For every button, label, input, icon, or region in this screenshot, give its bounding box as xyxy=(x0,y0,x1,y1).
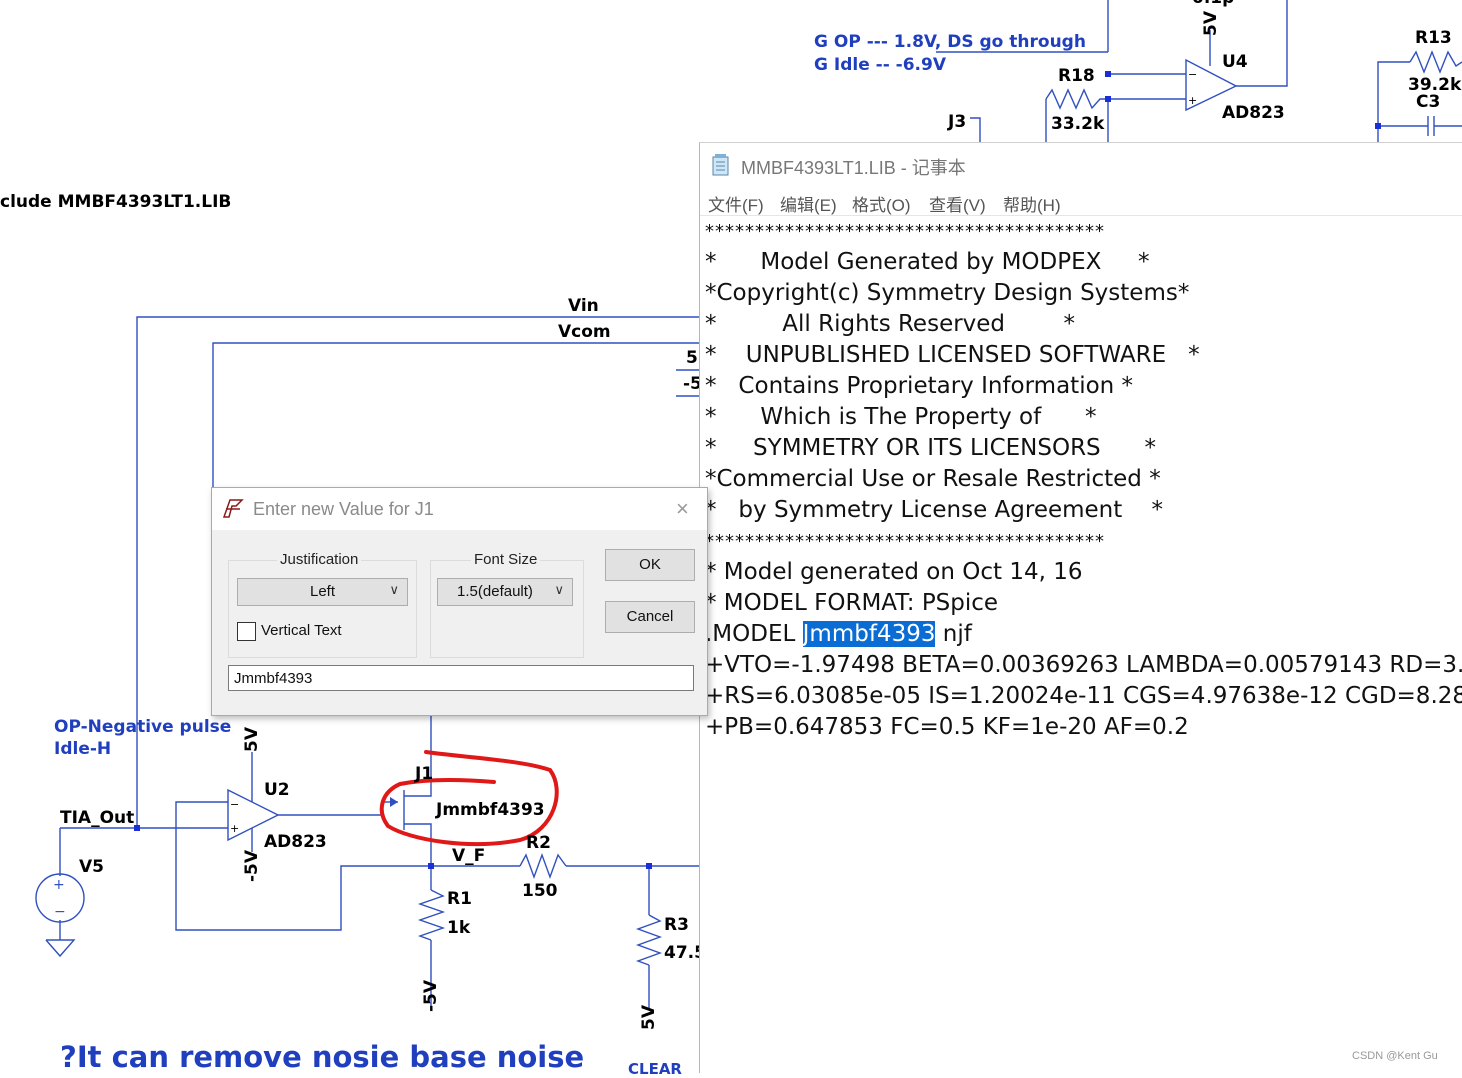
text-line: *Copyright(c) Symmetry Design Systems* xyxy=(705,280,1190,306)
net-vin[interactable]: Vin xyxy=(568,296,599,316)
include-directive[interactable]: clude MMBF4393LT1.LIB xyxy=(0,192,231,212)
svg-text:−: − xyxy=(230,798,239,811)
dialog-title: Enter new Value for J1 xyxy=(253,499,434,519)
text-line: * SYMMETRY OR ITS LICENSORS * xyxy=(705,435,1157,461)
param-line: +VTO=-1.97498 BETA=0.00369263 LAMBDA=0.0… xyxy=(705,652,1462,678)
top-cut-label[interactable]: 0.1p xyxy=(1192,0,1234,8)
model-line: .MODEL Jmmbf4393 njf xyxy=(705,621,972,647)
r1-label[interactable]: R1 xyxy=(447,889,472,909)
svg-text:−: − xyxy=(54,904,66,920)
stars-line-top: **************************************** xyxy=(705,221,1105,242)
c3-label[interactable]: C3 xyxy=(1416,92,1440,112)
svg-text:+: + xyxy=(1188,94,1197,107)
svg-text:+: + xyxy=(230,822,239,835)
font-size-label: Font Size xyxy=(471,551,541,568)
net-pos5[interactable]: 5 xyxy=(686,348,698,368)
model-prefix: .MODEL xyxy=(705,621,803,647)
r2-value[interactable]: 150 xyxy=(522,881,558,901)
r1-neg-supply[interactable]: -5V xyxy=(421,980,441,1012)
u4-label[interactable]: U4 xyxy=(1222,52,1248,72)
note-g-op[interactable]: G OP --- 1.8V, DS go through xyxy=(814,32,1086,52)
stars-line-bottom: **************************************** xyxy=(705,531,1105,552)
text-line: * Contains Proprietary Information * xyxy=(705,373,1134,399)
u4-model[interactable]: AD823 xyxy=(1222,103,1285,123)
j1-model[interactable]: Jmmbf4393 xyxy=(436,800,545,820)
ltspice-icon xyxy=(222,499,244,518)
r1-value[interactable]: 1k xyxy=(447,918,470,938)
edit-value-dialog[interactable]: Enter new Value for J1 × Justification L… xyxy=(211,487,708,716)
text-line: * by Symmetry License Agreement * xyxy=(705,497,1164,523)
justification-group: Justification Left ∨ Vertical Text xyxy=(228,551,417,658)
r13-label[interactable]: R13 xyxy=(1415,28,1452,48)
u4-supply-label[interactable]: 5V xyxy=(1201,11,1221,36)
dialog-titlebar[interactable]: Enter new Value for J1 × xyxy=(212,488,707,530)
vertical-text-label[interactable]: Vertical Text xyxy=(261,622,342,639)
menu-file[interactable]: 文件(F) xyxy=(708,191,764,216)
j1-label[interactable]: J1 xyxy=(415,764,433,784)
net-vcom[interactable]: Vcom xyxy=(558,322,611,342)
notepad-titlebar[interactable]: MMBF4393LT1.LIB - 记事本 xyxy=(700,143,1462,187)
notepad-icon xyxy=(712,154,729,176)
u2-label[interactable]: U2 xyxy=(264,780,290,800)
param-line: +PB=0.647853 FC=0.5 KF=1e-20 AF=0.2 xyxy=(705,714,1189,740)
note-op-negative[interactable]: OP-Negative pulse xyxy=(54,717,231,737)
cancel-button[interactable]: Cancel xyxy=(605,601,695,633)
u2-neg-supply[interactable]: -5V xyxy=(242,850,262,882)
r3-supply[interactable]: 5V xyxy=(639,1005,659,1030)
text-line: * Model Generated by MODPEX * xyxy=(705,249,1150,275)
text-line: * All Rights Reserved * xyxy=(705,311,1076,337)
param-line: +RS=6.03085e-05 IS=1.20024e-11 CGS=4.976… xyxy=(705,683,1462,709)
note-clear[interactable]: CLEAR xyxy=(628,1060,682,1078)
vertical-text-checkbox[interactable] xyxy=(237,622,256,641)
model-format-line: * MODEL FORMAT: PSpice xyxy=(705,590,999,616)
justification-value: Left xyxy=(309,583,336,600)
svg-text:−: − xyxy=(1188,68,1197,81)
justification-label: Justification xyxy=(277,551,362,568)
watermark: CSDN @Kent Gu xyxy=(1352,1050,1438,1062)
notepad-menubar: 文件(F) 编辑(E) 格式(O) 查看(V) 帮助(H) xyxy=(700,187,1462,216)
text-line: *Commercial Use or Resale Restricted * xyxy=(705,466,1161,492)
chevron-down-icon: ∨ xyxy=(554,582,564,597)
note-g-idle[interactable]: G Idle -- -6.9V xyxy=(814,55,946,75)
menu-edit[interactable]: 编辑(E) xyxy=(780,191,837,216)
gen-date-line: * Model generated on Oct 14, 16 xyxy=(705,559,1083,585)
notepad-title: MMBF4393LT1.LIB - 记事本 xyxy=(741,158,966,178)
menu-help[interactable]: 帮助(H) xyxy=(1003,191,1061,216)
net-v-f[interactable]: V_F xyxy=(452,846,485,866)
r18-label[interactable]: R18 xyxy=(1058,66,1095,86)
menu-view[interactable]: 查看(V) xyxy=(929,191,986,216)
text-line: * Which is The Property of * xyxy=(705,404,1097,430)
font-size-value: 1.5(default) xyxy=(457,583,533,600)
font-size-select[interactable]: 1.5(default) ∨ xyxy=(437,578,573,606)
net-tia-out[interactable]: TIA_Out xyxy=(60,808,134,828)
r3-label[interactable]: R3 xyxy=(664,915,689,935)
chevron-down-icon: ∨ xyxy=(389,582,399,597)
close-icon[interactable]: × xyxy=(676,496,689,522)
model-suffix: njf xyxy=(935,621,972,647)
value-input[interactable]: Jmmbf4393 xyxy=(228,665,694,691)
j1-annotation-circle xyxy=(379,750,559,846)
note-question[interactable]: ?It can remove nosie base noise xyxy=(60,1040,584,1074)
note-idle-h[interactable]: Idle-H xyxy=(54,739,111,759)
v5-label[interactable]: V5 xyxy=(79,857,104,877)
selected-model-name[interactable]: Jmmbf4393 xyxy=(802,621,936,647)
ok-button[interactable]: OK xyxy=(605,549,695,581)
svg-text:+: + xyxy=(53,877,65,893)
r2-label[interactable]: R2 xyxy=(526,833,551,853)
u2-pos-supply[interactable]: 5V xyxy=(242,727,262,752)
u2-model[interactable]: AD823 xyxy=(264,832,327,852)
text-line: * UNPUBLISHED LICENSED SOFTWARE * xyxy=(705,342,1200,368)
font-size-group: Font Size 1.5(default) ∨ xyxy=(430,551,584,658)
j3-label[interactable]: J3 xyxy=(948,112,966,132)
justification-select[interactable]: Left ∨ xyxy=(237,578,408,606)
notepad-window[interactable]: MMBF4393LT1.LIB - 记事本 文件(F) 编辑(E) 格式(O) … xyxy=(699,142,1462,1073)
menu-format[interactable]: 格式(O) xyxy=(852,191,911,216)
r18-value[interactable]: 33.2k xyxy=(1051,114,1104,134)
